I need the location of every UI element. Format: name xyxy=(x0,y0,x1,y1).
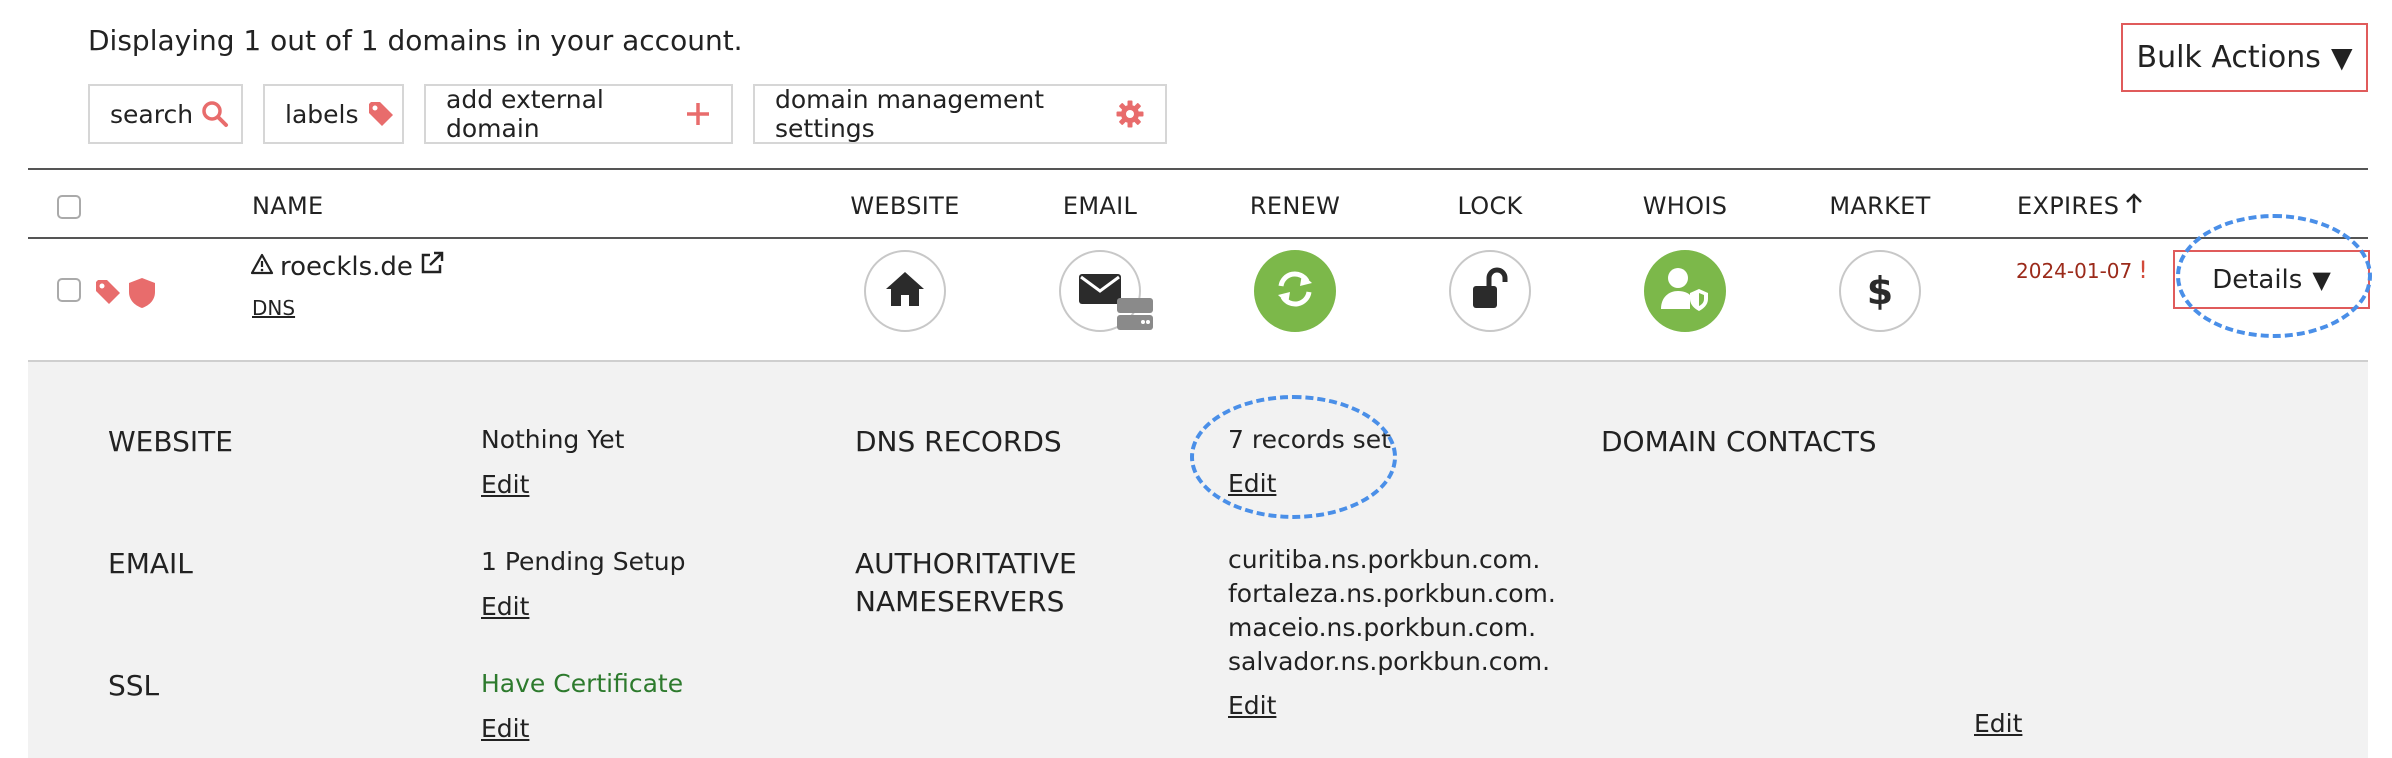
gear-icon xyxy=(1115,99,1145,129)
bulk-actions-label: Bulk Actions xyxy=(2136,40,2321,75)
nameserver-item: salvador.ns.porkbun.com. xyxy=(1228,647,1551,676)
select-all-checkbox[interactable] xyxy=(57,195,81,219)
nameservers-edit-link[interactable]: Edit xyxy=(1228,691,1276,720)
expiration-warning: ! xyxy=(2138,256,2148,284)
unlock-icon xyxy=(1467,266,1513,316)
domain-contacts-label: DOMAIN CONTACTS xyxy=(1601,425,1877,458)
column-header-expires[interactable]: EXPIRES xyxy=(2017,192,2143,220)
website-section-label: WEBSITE xyxy=(108,425,233,458)
nameservers-label-line1: AUTHORITATIVE xyxy=(855,547,1077,580)
website-value: Nothing Yet xyxy=(481,425,625,454)
email-value: 1 Pending Setup xyxy=(481,547,686,576)
dns-link[interactable]: DNS xyxy=(252,296,295,320)
refresh-icon xyxy=(1272,266,1318,316)
dns-records-edit-link[interactable]: Edit xyxy=(1228,469,1276,498)
nameserver-list: curitiba.ns.porkbun.com. fortaleza.ns.po… xyxy=(1228,543,1556,679)
dns-records-label: DNS RECORDS xyxy=(855,425,1062,458)
whois-button[interactable] xyxy=(1644,250,1726,332)
warning-icon xyxy=(250,252,274,282)
ssl-value: Have Certificate xyxy=(481,669,684,698)
search-label: search xyxy=(110,99,194,129)
expires-header-label: EXPIRES xyxy=(2017,192,2120,220)
column-header-lock[interactable]: LOCK xyxy=(1457,192,1522,220)
column-header-name[interactable]: NAME xyxy=(252,192,323,220)
renew-button[interactable] xyxy=(1254,250,1336,332)
column-header-renew[interactable]: RENEW xyxy=(1250,192,1340,220)
details-button[interactable]: Details ▼ xyxy=(2173,250,2370,309)
market-button[interactable]: $ xyxy=(1839,250,1921,332)
table-top-divider xyxy=(28,168,2368,170)
domain-contacts-edit-link[interactable]: Edit xyxy=(1974,709,2022,738)
ssl-edit-link[interactable]: Edit xyxy=(481,714,529,743)
expiration-date: 2024-01-07! xyxy=(2016,256,2148,284)
column-header-whois[interactable]: WHOIS xyxy=(1643,192,1727,220)
sort-arrow-up-icon xyxy=(2125,192,2143,220)
website-edit-link[interactable]: Edit xyxy=(481,470,529,499)
shield-icon xyxy=(126,276,158,314)
label-tag-icon[interactable] xyxy=(94,278,122,310)
row-checkbox[interactable] xyxy=(57,278,81,302)
user-shield-icon xyxy=(1659,265,1711,317)
domain-management-settings-button[interactable]: domain management settings xyxy=(753,84,1167,144)
expiration-date-text: 2024-01-07 xyxy=(2016,259,2133,283)
chevron-down-icon: ▼ xyxy=(2312,265,2331,294)
email-section-label: EMAIL xyxy=(108,547,193,580)
external-link-icon[interactable] xyxy=(419,250,445,283)
lock-button[interactable] xyxy=(1449,250,1531,332)
labels-label: labels xyxy=(285,99,359,129)
column-header-email[interactable]: EMAIL xyxy=(1063,192,1137,220)
tag-icon xyxy=(367,100,395,128)
domain-management-settings-label: domain management settings xyxy=(775,85,1045,143)
nameserver-item: fortaleza.ns.porkbun.com. xyxy=(1228,579,1556,608)
email-edit-link[interactable]: Edit xyxy=(481,592,529,621)
plus-icon xyxy=(685,101,711,127)
search-icon xyxy=(201,100,229,128)
search-button[interactable]: search xyxy=(88,84,243,144)
bulk-actions-button[interactable]: Bulk Actions ▼ xyxy=(2121,23,2368,92)
nameservers-label-line2: NAMESERVERS xyxy=(855,585,1065,618)
home-icon xyxy=(883,269,927,313)
column-header-market[interactable]: MARKET xyxy=(1829,192,1930,220)
table-header-divider xyxy=(28,237,2368,239)
labels-button[interactable]: labels xyxy=(263,84,404,144)
nameserver-item: curitiba.ns.porkbun.com. xyxy=(1228,545,1541,574)
domains-summary: Displaying 1 out of 1 domains in your ac… xyxy=(88,24,743,57)
domain-name[interactable]: roeckls.de xyxy=(250,250,445,283)
column-header-website[interactable]: WEBSITE xyxy=(850,192,959,220)
authoritative-nameservers-label: AUTHORITATIVE NAMESERVERS xyxy=(855,545,1077,621)
add-external-domain-button[interactable]: add external domain xyxy=(424,84,733,144)
domain-details-panel xyxy=(28,362,2368,758)
chevron-down-icon: ▼ xyxy=(2330,41,2353,74)
nameserver-item: maceio.ns.porkbun.com. xyxy=(1228,613,1537,642)
dollar-icon: $ xyxy=(1866,269,1894,313)
add-external-domain-label: add external domain xyxy=(446,85,604,143)
website-button[interactable] xyxy=(864,250,946,332)
server-icon xyxy=(1115,296,1155,336)
details-label: Details xyxy=(2212,264,2303,295)
domain-name-text: roeckls.de xyxy=(280,251,413,282)
ssl-section-label: SSL xyxy=(108,669,160,702)
dns-records-value: 7 records set xyxy=(1228,425,1391,454)
